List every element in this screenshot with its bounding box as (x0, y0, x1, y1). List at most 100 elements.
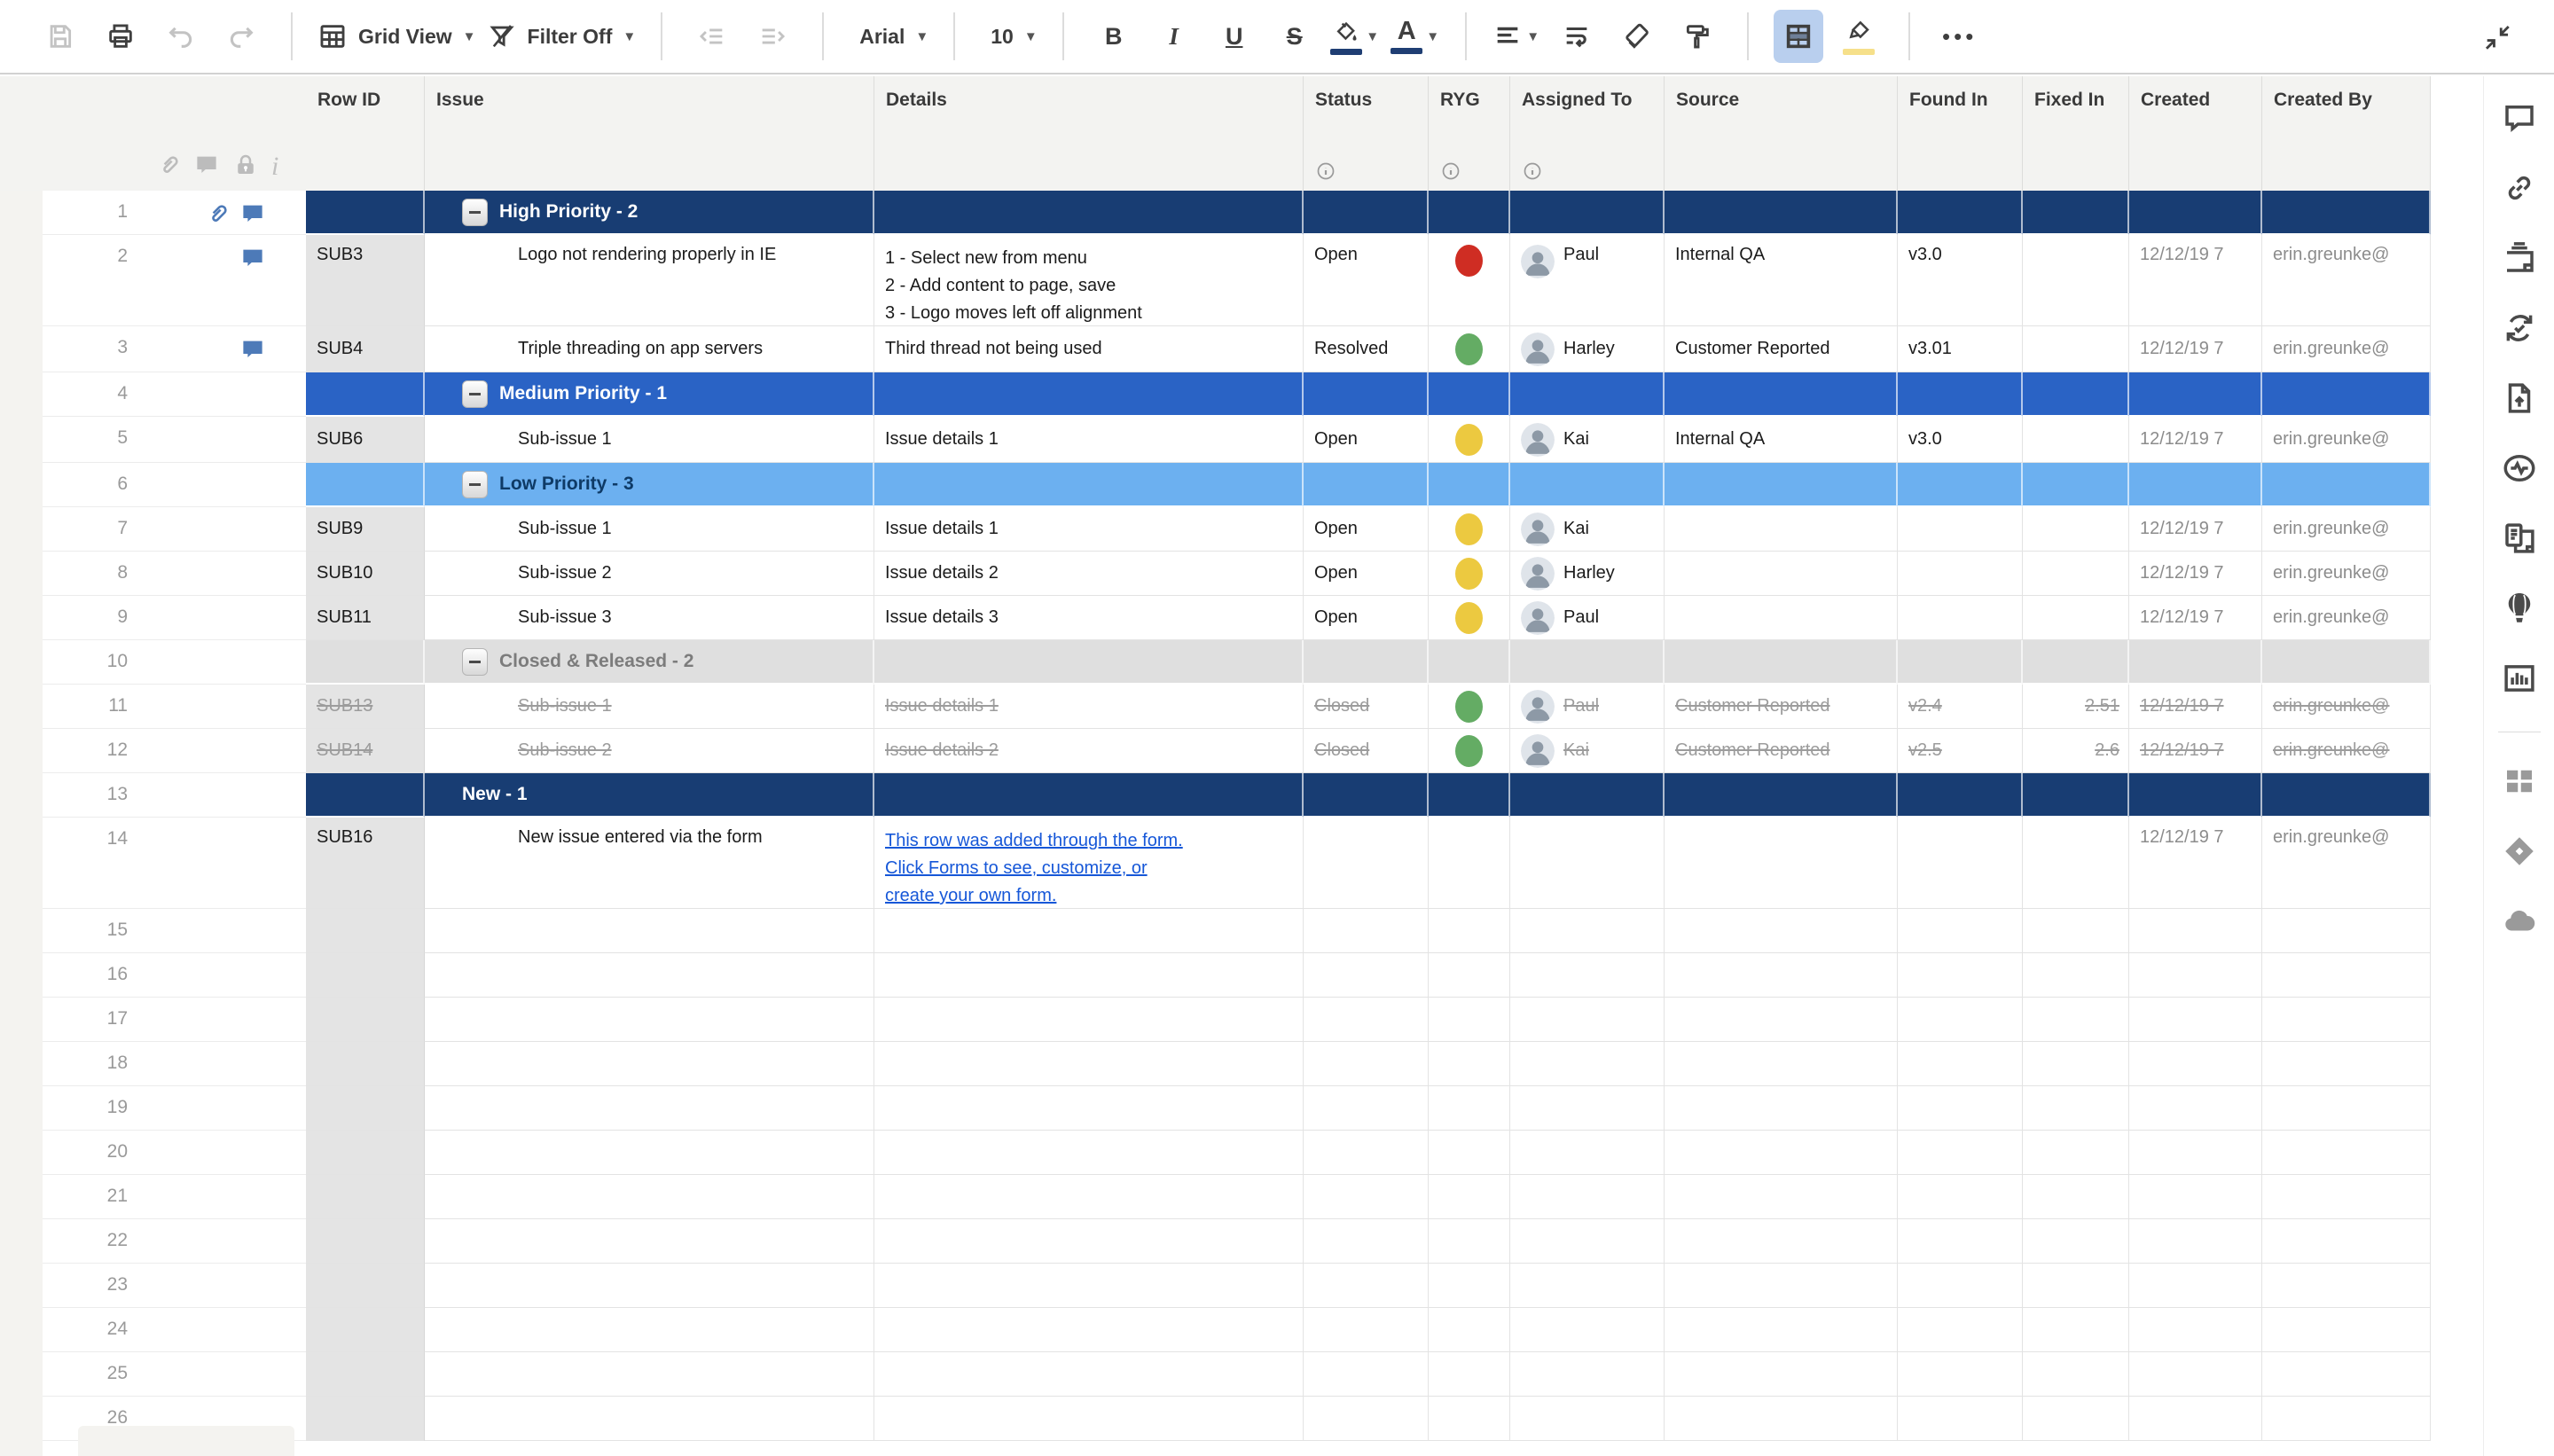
cell-source[interactable] (1665, 1352, 1898, 1397)
cell-source[interactable] (1665, 1042, 1898, 1086)
cell-details[interactable] (874, 1352, 1304, 1397)
cell-found[interactable] (1898, 1219, 2023, 1264)
cell-source[interactable]: Customer Reported (1665, 326, 1898, 372)
cell-fixed[interactable] (2023, 1397, 2129, 1441)
italic-button[interactable]: I (1149, 10, 1199, 63)
paperclip-icon[interactable] (204, 200, 231, 227)
cell-createdby[interactable] (2262, 953, 2431, 998)
comment-icon[interactable] (239, 336, 266, 363)
cell-assigned[interactable] (1510, 818, 1665, 909)
cell-found[interactable] (1898, 1397, 2023, 1441)
comments-icon[interactable] (2501, 99, 2538, 137)
row-number[interactable]: 20 (43, 1141, 128, 1162)
cell-createdby[interactable] (2262, 372, 2431, 417)
cell-ryg[interactable] (1429, 1175, 1510, 1219)
row-number[interactable]: 3 (43, 337, 128, 358)
cell-fixed[interactable] (2023, 1175, 2129, 1219)
cell-found[interactable] (1898, 507, 2023, 552)
font-size-selector[interactable]: 10 ▼ (980, 10, 1037, 63)
cell-rowid[interactable]: SUB9 (306, 507, 425, 552)
cell-status[interactable] (1304, 191, 1429, 235)
column-header-status[interactable]: Status (1304, 76, 1429, 191)
cell-assigned[interactable] (1510, 773, 1665, 818)
cell-status[interactable]: Open (1304, 417, 1429, 463)
cell-createdby[interactable] (2262, 191, 2431, 235)
row-number[interactable]: 23 (43, 1274, 128, 1296)
cell-details[interactable]: This row was added through the form.Clic… (874, 818, 1304, 909)
cell-status[interactable] (1304, 1175, 1429, 1219)
collapse-toggle[interactable] (462, 648, 488, 676)
cell-fixed[interactable] (2023, 507, 2129, 552)
cell-fixed[interactable] (2023, 640, 2129, 685)
cell-fixed[interactable] (2023, 191, 2129, 235)
cell-status[interactable] (1304, 1042, 1429, 1086)
cell-fixed[interactable] (2023, 1086, 2129, 1131)
cell-found[interactable] (1898, 773, 2023, 818)
cell-ryg[interactable] (1429, 1219, 1510, 1264)
cell-created[interactable]: 12/12/19 7 (2129, 417, 2262, 463)
strikethrough-button[interactable]: S (1270, 10, 1320, 63)
column-header-rowid[interactable]: Row ID (306, 76, 425, 191)
cell-created[interactable] (2129, 1042, 2262, 1086)
cell-createdby[interactable] (2262, 1219, 2431, 1264)
cell-fixed[interactable] (2023, 1219, 2129, 1264)
cell-issue[interactable] (425, 953, 874, 998)
cell-ryg[interactable] (1429, 1086, 1510, 1131)
cell-details[interactable] (874, 953, 1304, 998)
cell-fixed[interactable] (2023, 372, 2129, 417)
cell-ryg[interactable] (1429, 596, 1510, 640)
column-header-ryg[interactable]: RYG (1429, 76, 1510, 191)
cell-rowid[interactable] (306, 1131, 425, 1175)
align-button[interactable]: ▼ (1492, 10, 1541, 63)
cell-createdby[interactable]: erin.greunke@ (2262, 326, 2431, 372)
cell-ryg[interactable] (1429, 1397, 1510, 1441)
cell-assigned[interactable] (1510, 953, 1665, 998)
cell-fixed[interactable]: 2.51 (2023, 685, 2129, 729)
cell-source[interactable] (1665, 1308, 1898, 1352)
cell-details[interactable] (874, 372, 1304, 417)
cell-status[interactable] (1304, 1131, 1429, 1175)
cell-status[interactable] (1304, 1086, 1429, 1131)
cell-created[interactable] (2129, 1086, 2262, 1131)
cell-rowid[interactable] (306, 463, 425, 507)
cell-source[interactable] (1665, 463, 1898, 507)
info-icon[interactable] (1522, 160, 1543, 182)
cell-createdby[interactable] (2262, 1352, 2431, 1397)
cell-issue[interactable] (425, 1397, 874, 1441)
cell-created[interactable] (2129, 773, 2262, 818)
cell-details[interactable] (874, 998, 1304, 1042)
cell-source[interactable] (1665, 909, 1898, 953)
cell-found[interactable] (1898, 818, 2023, 909)
info-icon[interactable] (1315, 160, 1336, 182)
cell-status[interactable] (1304, 1219, 1429, 1264)
cell-createdby[interactable] (2262, 1042, 2431, 1086)
cell-createdby[interactable]: erin.greunke@ (2262, 235, 2431, 326)
cell-created[interactable] (2129, 640, 2262, 685)
cell-issue[interactable] (425, 1219, 874, 1264)
form-link[interactable]: This row was added through the form. (885, 827, 1183, 855)
form-link[interactable]: Click Forms to see, customize, or (885, 855, 1183, 882)
cell-status[interactable] (1304, 773, 1429, 818)
save-button[interactable] (35, 10, 85, 63)
cell-details[interactable]: Third thread not being used (874, 326, 1304, 372)
cell-details[interactable] (874, 1264, 1304, 1308)
cell-assigned[interactable] (1510, 1264, 1665, 1308)
cell-source[interactable]: Customer Reported (1665, 685, 1898, 729)
cell-assigned[interactable] (1510, 1131, 1665, 1175)
cell-status[interactable]: Closed (1304, 729, 1429, 773)
cell-ryg[interactable] (1429, 552, 1510, 596)
cloud-icon[interactable] (2501, 903, 2538, 940)
cell-rowid[interactable]: SUB10 (306, 552, 425, 596)
cell-ryg[interactable] (1429, 729, 1510, 773)
cell-details[interactable] (874, 191, 1304, 235)
cell-source[interactable] (1665, 818, 1898, 909)
cell-rowid[interactable]: SUB16 (306, 818, 425, 909)
cell-issue[interactable] (425, 1131, 874, 1175)
row-number[interactable]: 9 (43, 607, 128, 628)
row-number[interactable]: 19 (43, 1097, 128, 1118)
cell-status[interactable] (1304, 640, 1429, 685)
highlight-button[interactable] (1834, 10, 1884, 63)
cell-issue[interactable]: New issue entered via the form (425, 818, 874, 909)
clear-format-button[interactable] (1612, 10, 1662, 63)
print-button[interactable] (96, 10, 145, 63)
